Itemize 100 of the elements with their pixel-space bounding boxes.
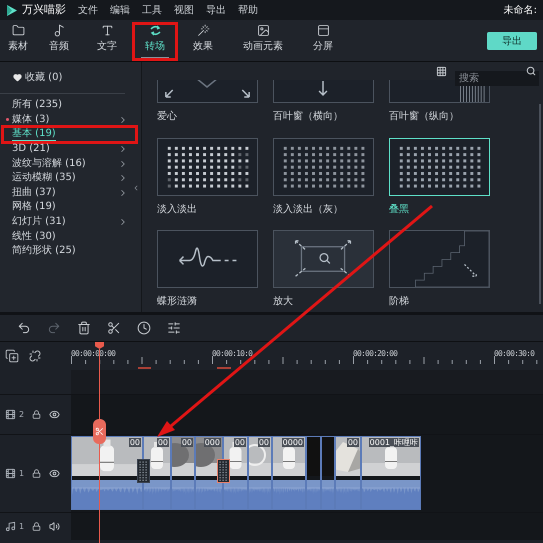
clip-title: 000 [204,438,221,447]
video-clip[interactable]: 00 [223,436,248,510]
tab[interactable]: 文字 [93,21,121,59]
add-track-icon[interactable] [5,349,19,363]
scissors-icon [95,427,104,436]
unlink-icon[interactable] [29,350,41,362]
scrollbar[interactable] [539,104,541,304]
folder-icon [12,24,24,37]
image-icon [256,24,270,37]
tab[interactable]: 素材 [4,21,32,59]
video-clip[interactable]: 00 [71,436,143,510]
adjust-button[interactable] [167,321,181,335]
clip-title: 00 [346,438,359,447]
category-item[interactable]: 运动模糊 (35) [12,172,76,184]
video-clip[interactable]: 00 [171,436,195,510]
tab[interactable]: 分屏 [309,21,337,59]
transition-marker[interactable] [137,459,150,483]
transition-thumbnail[interactable] [389,230,490,288]
split-handle[interactable] [93,419,106,444]
transition-thumbnail[interactable] [157,230,258,288]
lock-icon[interactable] [32,469,42,478]
transition-thumbnail[interactable] [157,138,258,196]
delete-button[interactable] [77,321,91,335]
category-item[interactable]: 媒体 (3) [12,114,50,126]
track-number: 2 [19,408,24,420]
search-icon [526,66,536,76]
transition-label: 放大 [273,294,294,309]
heart-icon [13,73,22,82]
transition-label: 百叶窗（横向） [273,110,344,124]
transition-label: 蝶形涟漪 [157,294,198,309]
transition-thumbnail[interactable] [273,230,374,288]
transition-label: 阶梯 [389,294,410,309]
video-clip[interactable]: 00 [335,436,361,510]
video-clip[interactable]: 0000 [272,436,306,510]
video-clip[interactable]: 000 [195,436,223,510]
grid-view-icon[interactable] [436,66,447,76]
lock-icon[interactable] [32,410,42,419]
video-clip[interactable]: 00 [143,436,171,510]
cut-button[interactable] [107,321,121,335]
transition-label: 叠黑 [389,203,410,217]
timecode: 00:00:30:0 [494,348,534,360]
clip-title: 00 [180,438,193,447]
collapse-icon[interactable] [132,184,140,192]
menu-item[interactable]: 视图 [174,2,194,18]
tab[interactable]: 动画元素 [239,21,287,59]
category-item[interactable]: 波纹与溶解 (16) [12,158,86,170]
timecode: 00:00:10:0 [212,348,252,360]
menu-item[interactable]: 工具 [142,2,162,18]
music-note-icon [52,24,66,37]
video-clip[interactable] [321,436,335,510]
transition-marker[interactable] [217,459,230,483]
category-item[interactable]: 简约形状 (25) [12,245,76,258]
tab[interactable]: 转场 [141,21,169,59]
clip-title: 00 [258,438,270,447]
logo-icon [6,4,18,16]
clip-title: 00 [156,438,169,447]
menu-item[interactable]: 编辑 [110,2,130,18]
transition-thumbnail[interactable] [273,138,374,196]
wand-icon [196,24,210,37]
menu-item[interactable]: 导出 [206,2,226,18]
category-item[interactable]: 幻灯片 (31) [12,216,66,228]
project-name: 未命名: [504,4,537,18]
search-field[interactable]: 搜索 [455,70,539,86]
eye-icon[interactable] [49,468,60,479]
video-clip[interactable]: 0001_咔哩咔 [361,436,421,510]
favorites-item[interactable]: 收藏 (0) [25,70,62,85]
clip-title: 0001_咔哩咔 [368,438,419,447]
transition-label: 爱心 [157,110,178,124]
app-name: 万兴喵影 [22,2,66,18]
transition-thumbnail[interactable] [273,80,374,103]
category-item[interactable]: 线性 (30) [12,230,56,243]
swap-icon [148,24,162,37]
lock-icon[interactable] [32,522,42,531]
video-clip[interactable] [306,436,321,510]
text-icon [100,24,114,37]
category-item[interactable]: 所有 (235) [12,99,62,112]
clip-title: 00 [234,438,246,447]
track-number: 1 [19,520,24,532]
clip-title: 0000 [282,438,304,447]
category-item[interactable]: 网格 (19) [12,201,56,214]
music-note-icon [5,521,16,532]
transition-label: 淡入淡出（灰） [273,202,344,217]
category-item[interactable]: 扭曲 (37) [12,186,56,199]
menu-item[interactable]: 帮助 [238,2,258,18]
tab[interactable]: 音频 [45,21,73,59]
undo-button[interactable] [17,321,31,335]
split-screen-icon [316,24,330,37]
transition-label: 百叶窗（纵向） [389,110,460,124]
menu-item[interactable]: 文件 [78,2,98,18]
tab[interactable]: 效果 [189,21,217,59]
export-button[interactable]: 导出 [487,32,537,50]
speaker-icon[interactable] [49,521,60,532]
track-number: 1 [19,468,24,480]
category-item[interactable]: 基本 (19) [12,128,56,141]
eye-icon[interactable] [49,409,60,420]
speed-button[interactable] [137,321,151,335]
transition-thumbnail[interactable] [157,80,258,103]
category-item[interactable]: 3D (21) [12,143,50,156]
video-clip[interactable]: 00 [248,436,272,510]
clip-title: 00 [128,438,141,447]
